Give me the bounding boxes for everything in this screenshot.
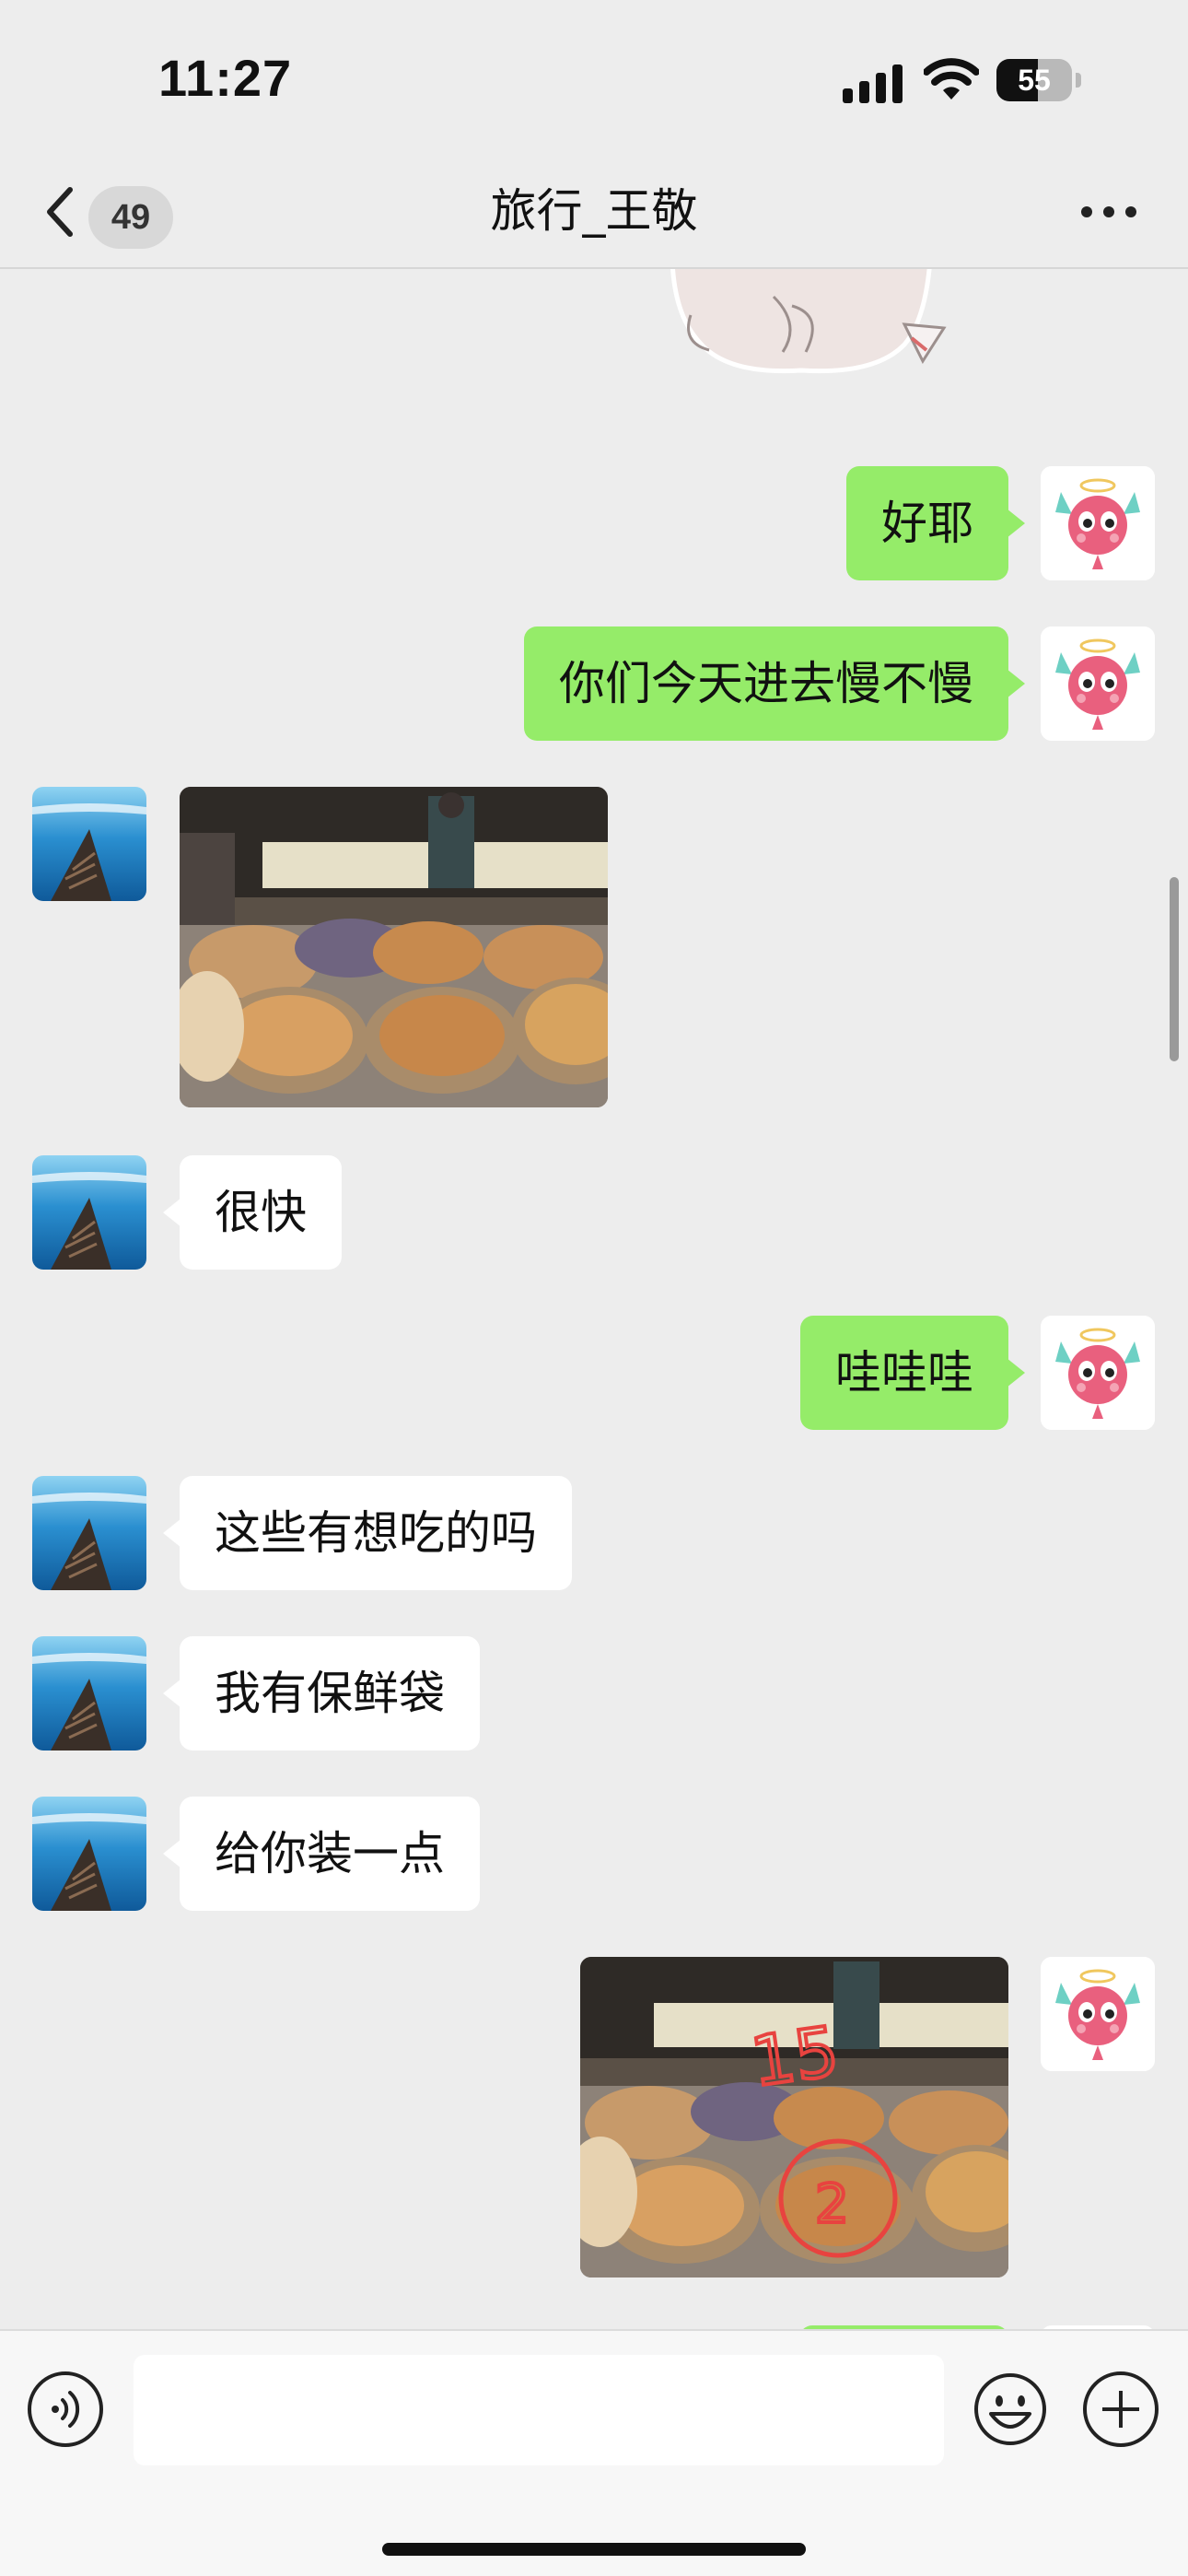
wifi-icon [924, 58, 979, 100]
annotation-label: 15 [747, 2012, 844, 2102]
message-bubble-other[interactable]: 这些有想吃的吗 [163, 1476, 572, 1590]
more-options-button[interactable] [1077, 193, 1142, 230]
plus-button[interactable] [1083, 2371, 1159, 2447]
back-button[interactable]: 49 [37, 175, 184, 249]
self-avatar[interactable] [1041, 626, 1155, 741]
cellular-signal-icon [843, 64, 903, 103]
status-time: 11:27 [158, 49, 293, 107]
message-bubble-self[interactable]: 你们今天进去慢不慢 [524, 626, 1025, 741]
contact-avatar[interactable] [32, 787, 146, 901]
home-indicator [382, 2543, 806, 2556]
scrollbar[interactable] [1170, 877, 1179, 1061]
chevron-left-icon [47, 187, 73, 237]
input-bar [0, 2329, 1188, 2576]
self-avatar[interactable] [1041, 1316, 1155, 1430]
contact-avatar[interactable] [32, 1155, 146, 1270]
unread-count-badge: 49 [88, 186, 173, 249]
chat-header: 49 旅行_王敬 [0, 157, 1188, 269]
message-input[interactable] [134, 2355, 944, 2465]
bakery-photo[interactable] [180, 787, 608, 1107]
self-avatar[interactable] [1041, 1957, 1155, 2071]
message-bubble-other[interactable]: 我有保鲜袋 [163, 1636, 480, 1751]
message-bubble-self[interactable]: 哇哇哇 [800, 1316, 1025, 1430]
contact-avatar[interactable] [32, 1797, 146, 1911]
self-avatar[interactable] [1041, 466, 1155, 580]
more-dots-icon [1081, 206, 1092, 217]
emoji-icon[interactable] [973, 2371, 1048, 2447]
voice-input-button[interactable] [28, 2371, 103, 2447]
message-bubble-self[interactable]: 好耶 [846, 466, 1025, 580]
battery-percent: 55 [1018, 64, 1051, 97]
status-bar: 11:27 55 [0, 0, 1188, 157]
contact-avatar[interactable] [32, 1476, 146, 1590]
message-bubble-other[interactable]: 给你装一点 [163, 1797, 480, 1911]
chat-title: 旅行_王敬 [490, 184, 698, 238]
message-bubble-other[interactable]: 很快 [163, 1155, 342, 1270]
contact-avatar[interactable] [32, 1636, 146, 1751]
sticker-image[interactable] [663, 269, 976, 380]
message-list[interactable]: 好耶 你们今天进去慢不慢 很快 哇哇哇 这些有想吃的吗 我有保鲜袋 给你装一点 … [0, 269, 1188, 2329]
battery-icon: 55 [996, 59, 1081, 101]
annotation-label: 2 [815, 2172, 849, 2235]
annotated-bakery-photo[interactable]: 15 2 [580, 1957, 1008, 2277]
voice-icon [52, 2391, 80, 2428]
